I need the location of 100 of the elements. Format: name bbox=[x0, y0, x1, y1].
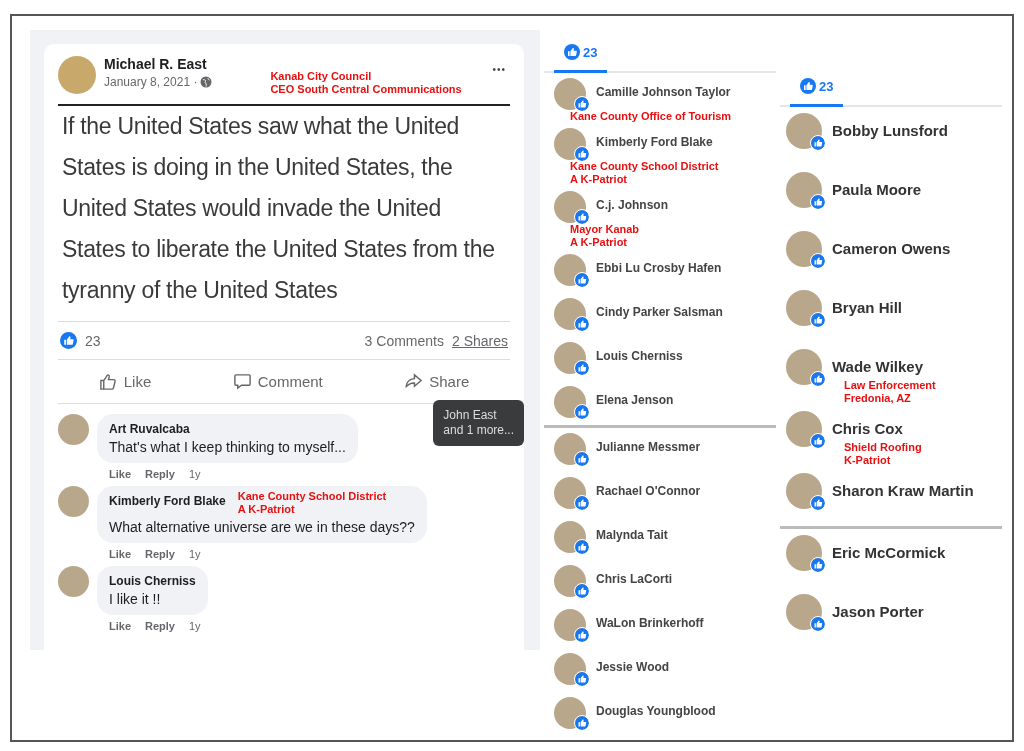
annotation-text: Kane County School District A K-Patriot bbox=[237, 490, 387, 516]
avatar-photo bbox=[554, 521, 586, 553]
person-name[interactable]: Wade Wilkey bbox=[832, 356, 936, 375]
like-button[interactable]: Like bbox=[88, 364, 162, 399]
like-icon bbox=[574, 451, 590, 467]
share-arrow-icon bbox=[404, 372, 424, 391]
like-icon bbox=[574, 96, 590, 112]
avatar-photo bbox=[554, 433, 586, 465]
comment-action-link[interactable]: Like bbox=[109, 620, 131, 632]
like-icon bbox=[574, 539, 590, 555]
avatar-photo bbox=[786, 349, 822, 385]
avatar-photo bbox=[786, 473, 822, 509]
avatar-photo bbox=[786, 113, 822, 149]
person-name[interactable]: Louis Cherniss bbox=[596, 349, 683, 363]
like-icon bbox=[810, 616, 826, 632]
shares-tooltip: John East and 1 more... bbox=[433, 400, 524, 446]
avatar-photo bbox=[786, 290, 822, 326]
comment-action-link[interactable]: Reply bbox=[145, 468, 175, 480]
like-icon bbox=[564, 44, 580, 60]
like-icon bbox=[810, 371, 826, 387]
avatar-photo bbox=[554, 653, 586, 685]
like-icon bbox=[574, 583, 590, 599]
avatar-photo bbox=[554, 78, 586, 110]
person-name[interactable]: Cameron Owens bbox=[832, 238, 951, 257]
person-name[interactable]: C.j. Johnson bbox=[596, 198, 668, 212]
annotation-text: Kanab City Council CEO South Central Communications bbox=[270, 70, 462, 96]
person-name[interactable]: Chris Cox bbox=[832, 418, 922, 437]
annotation-text: Shield Roofing K-Patriot bbox=[844, 441, 922, 467]
avatar-photo bbox=[554, 342, 586, 374]
person-name[interactable]: Jason Porter bbox=[832, 601, 924, 620]
reactions-tab[interactable]: 23 bbox=[554, 36, 608, 73]
share-button[interactable]: Share bbox=[394, 364, 480, 399]
like-icon bbox=[810, 433, 826, 449]
avatar-photo bbox=[786, 231, 822, 267]
comment-time: 1y bbox=[189, 548, 201, 560]
like-icon bbox=[810, 135, 826, 151]
commenter-name[interactable]: Louis Cherniss bbox=[109, 574, 196, 588]
comment-time: 1y bbox=[189, 468, 201, 480]
avatar-photo bbox=[554, 609, 586, 641]
person-name[interactable]: Ebbi Lu Crosby Hafen bbox=[596, 261, 722, 275]
comment-text: I like it !! bbox=[109, 591, 162, 607]
like-icon bbox=[574, 715, 590, 731]
like-icon bbox=[574, 360, 590, 376]
person-name[interactable]: Chris LaCorti bbox=[596, 572, 672, 586]
comment-text: What alternative universe are we in these days?? bbox=[109, 519, 415, 535]
avatar-photo bbox=[554, 128, 586, 160]
speech-bubble-icon bbox=[232, 372, 252, 391]
person-name[interactable]: Sharon Kraw Martin bbox=[832, 480, 974, 499]
like-icon bbox=[574, 495, 590, 511]
comment-action-link[interactable]: Reply bbox=[145, 620, 175, 632]
person-name[interactable]: Bobby Lunsford bbox=[832, 120, 948, 139]
avatar-photo bbox=[786, 535, 822, 571]
person-name[interactable]: Jessie Wood bbox=[596, 660, 670, 674]
avatar-photo bbox=[58, 414, 89, 445]
person-name[interactable]: Douglas Youngblood bbox=[596, 704, 716, 718]
avatar-photo bbox=[554, 697, 586, 729]
post-date[interactable]: January 8, 2021 · bbox=[104, 75, 198, 89]
person-name[interactable]: Kimberly Ford Blake bbox=[596, 135, 719, 149]
like-icon bbox=[810, 253, 826, 269]
person-name[interactable]: Julianne Messmer bbox=[596, 440, 701, 454]
comment-action-link[interactable]: Reply bbox=[145, 548, 175, 560]
person-name[interactable]: Elena Jenson bbox=[596, 393, 674, 407]
annotation-text: Kane County School District A K-Patriot bbox=[570, 160, 719, 186]
person-name[interactable]: Rachael O'Connor bbox=[596, 484, 701, 498]
comment-time: 1y bbox=[189, 620, 201, 632]
avatar-photo bbox=[58, 486, 89, 517]
like-icon bbox=[810, 194, 826, 210]
avatar-photo bbox=[554, 477, 586, 509]
like-icon bbox=[810, 312, 826, 328]
avatar-photo bbox=[786, 594, 822, 630]
comments-count[interactable]: 3 Comments bbox=[364, 332, 444, 349]
like-icon bbox=[574, 209, 590, 225]
shares-link[interactable]: 2 Shares bbox=[451, 332, 508, 349]
reactions-tab[interactable]: 23 bbox=[790, 70, 844, 107]
like-icon bbox=[574, 146, 590, 162]
avatar-photo bbox=[554, 191, 586, 223]
post-text: If the United States saw what the United States is doing in the United States, the United States would invade the United States to liberate the United States from the tyranny of the United States bbox=[61, 112, 496, 305]
globe-icon bbox=[200, 76, 213, 88]
author-name[interactable]: Michael R. East bbox=[104, 56, 213, 72]
person-name[interactable]: Cindy Parker Salsman bbox=[596, 305, 723, 319]
person-name[interactable]: WaLon Brinkerhoff bbox=[596, 616, 704, 630]
person-name[interactable]: Bryan Hill bbox=[832, 297, 903, 316]
comment-button[interactable]: Comment bbox=[222, 364, 333, 399]
thumbs-up-icon bbox=[98, 372, 118, 391]
more-options-button[interactable]: ••• bbox=[488, 56, 510, 83]
comment-action-link[interactable]: Like bbox=[109, 468, 131, 480]
commenter-name[interactable]: Art Ruvalcaba bbox=[109, 422, 190, 436]
person-name[interactable]: Camille Johnson Taylor bbox=[596, 85, 732, 99]
like-icon bbox=[60, 332, 77, 349]
commenter-name[interactable]: Kimberly Ford Blake bbox=[109, 494, 226, 508]
comment-action-link[interactable]: Like bbox=[109, 548, 131, 560]
avatar-photo bbox=[554, 386, 586, 418]
avatar-photo bbox=[58, 566, 89, 597]
reaction-count[interactable]: 23 bbox=[85, 332, 101, 349]
annotation-text: Law Enforcement Fredonia, AZ bbox=[844, 379, 936, 405]
like-icon bbox=[574, 404, 590, 420]
person-name[interactable]: Eric McCormick bbox=[832, 542, 946, 561]
person-name[interactable]: Paula Moore bbox=[832, 179, 922, 198]
avatar-photo bbox=[786, 411, 822, 447]
person-name[interactable]: Malynda Tait bbox=[596, 528, 668, 542]
